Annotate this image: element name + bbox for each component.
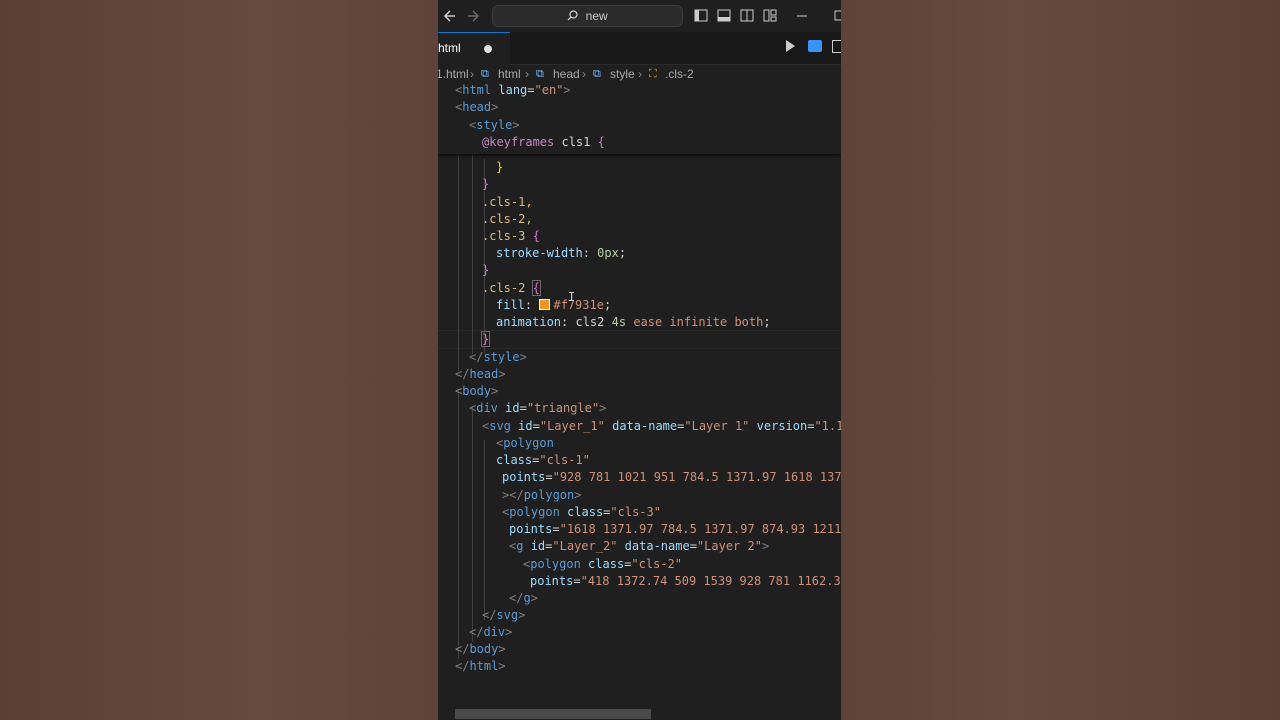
code-line: points="418 1372.74 509 1539 928 781 116… — [530, 574, 841, 588]
color-swatch[interactable] — [539, 299, 551, 310]
css-selector-icon: ⛶ — [649, 68, 657, 80]
indent-guide — [472, 406, 473, 642]
code-line: <polygon class="cls-2" — [523, 557, 682, 571]
toggle-secondary-sidebar-icon[interactable] — [739, 6, 755, 26]
code-line: </body> — [455, 642, 506, 656]
code-line: } — [496, 160, 504, 174]
toggle-panel-icon[interactable] — [716, 6, 732, 26]
chevron-right-icon: › — [582, 67, 586, 81]
code-line: </html> — [455, 659, 506, 673]
split-editor-icon[interactable] — [832, 40, 841, 53]
breadcrumb-item-html[interactable]: html — [498, 64, 521, 84]
toggle-sidebar-icon[interactable] — [693, 6, 709, 26]
customize-layout-icon[interactable] — [762, 6, 778, 26]
editor-tab-bar: html — [438, 32, 841, 65]
tab-html-file[interactable]: html — [438, 32, 510, 65]
code-line: </style> — [469, 350, 527, 364]
code-line: } — [480, 331, 491, 347]
minimize-icon[interactable] — [794, 6, 810, 26]
tab-label: html — [438, 41, 461, 55]
sticky-scroll-header[interactable]: <html lang="en"> <head> <style> @keyfram… — [438, 83, 841, 154]
code-line: points="1618 1371.97 784.5 1371.97 874.9… — [509, 522, 841, 536]
arrow-right-icon[interactable] — [465, 6, 481, 26]
arrow-left-icon[interactable] — [442, 6, 458, 26]
mouse-text-cursor-icon: I — [568, 290, 576, 304]
indent-guide — [484, 440, 485, 620]
breadcrumb: 1.html › ⧉ html › ⧉ head › ⧉ style › ⛶ .… — [438, 64, 841, 84]
horizontal-scrollbar[interactable] — [455, 709, 651, 719]
indent-guide — [458, 389, 459, 659]
breadcrumb-item-style[interactable]: style — [610, 64, 635, 84]
command-center-search[interactable]: new — [492, 5, 683, 27]
vscode-window: new html 1.html › ⧉ html › ⧉ head › ⧉ st… — [438, 0, 841, 720]
breadcrumb-item-head[interactable]: head — [553, 64, 580, 84]
code-line: .cls-2, — [482, 212, 533, 226]
maximize-icon[interactable] — [834, 6, 841, 26]
code-line: points="928 781 1021 951 784.5 1371.97 1… — [502, 470, 841, 484]
breadcrumb-item-selector[interactable]: .cls-2 — [665, 64, 694, 84]
code-line: </head> — [455, 367, 506, 381]
element-icon: ⧉ — [536, 68, 544, 80]
element-icon: ⧉ — [481, 68, 489, 80]
chevron-right-icon: › — [470, 67, 474, 81]
code-line: @keyframes cls1 { — [482, 135, 605, 149]
code-line: <body> — [455, 384, 499, 398]
code-editor[interactable]: <html lang="en"> <head> <style> @keyfram… — [438, 83, 841, 720]
code-line: } — [482, 177, 490, 191]
element-icon: ⧉ — [593, 68, 601, 80]
current-line-highlight — [438, 330, 841, 349]
search-label: new — [585, 9, 608, 23]
code-line: stroke-width: 0px; — [496, 246, 627, 260]
background-right — [841, 0, 1280, 720]
chevron-right-icon: › — [638, 67, 642, 81]
code-line: fill: #f7931e; — [496, 298, 612, 312]
code-line: animation: cls2 4s ease infinite both; — [496, 315, 771, 329]
code-line: </svg> — [482, 608, 526, 622]
code-line: <g id="Layer_2" data-name="Layer 2"> — [509, 539, 770, 553]
code-line: .cls-1, — [482, 195, 533, 209]
code-line: <div id="triangle"> — [469, 401, 607, 415]
code-line: .cls-2 { — [482, 280, 541, 296]
code-line: class="cls-1" — [496, 453, 590, 467]
unsaved-dot-icon[interactable] — [484, 45, 492, 53]
code-line: <polygon — [496, 436, 554, 450]
run-icon[interactable] — [786, 40, 795, 52]
code-line: <style> — [469, 118, 520, 132]
code-line: <head> — [455, 100, 499, 114]
code-line: </div> — [469, 625, 513, 639]
breadcrumb-file[interactable]: 1.html — [438, 64, 469, 84]
code-line: <polygon class="cls-3" — [502, 505, 661, 519]
code-line: ></polygon> — [502, 488, 582, 502]
code-line: <html lang="en"> — [455, 83, 571, 97]
code-line: </g> — [509, 591, 538, 605]
live-preview-icon[interactable] — [808, 40, 822, 52]
code-line: } — [482, 263, 490, 277]
background-left — [0, 0, 438, 720]
code-line: .cls-3 { — [482, 229, 540, 243]
title-bar: new — [438, 0, 841, 32]
chevron-right-icon: › — [525, 67, 529, 81]
code-line: <svg id="Layer_1" data-name="Layer 1" ve… — [482, 419, 841, 433]
search-icon — [567, 9, 581, 23]
